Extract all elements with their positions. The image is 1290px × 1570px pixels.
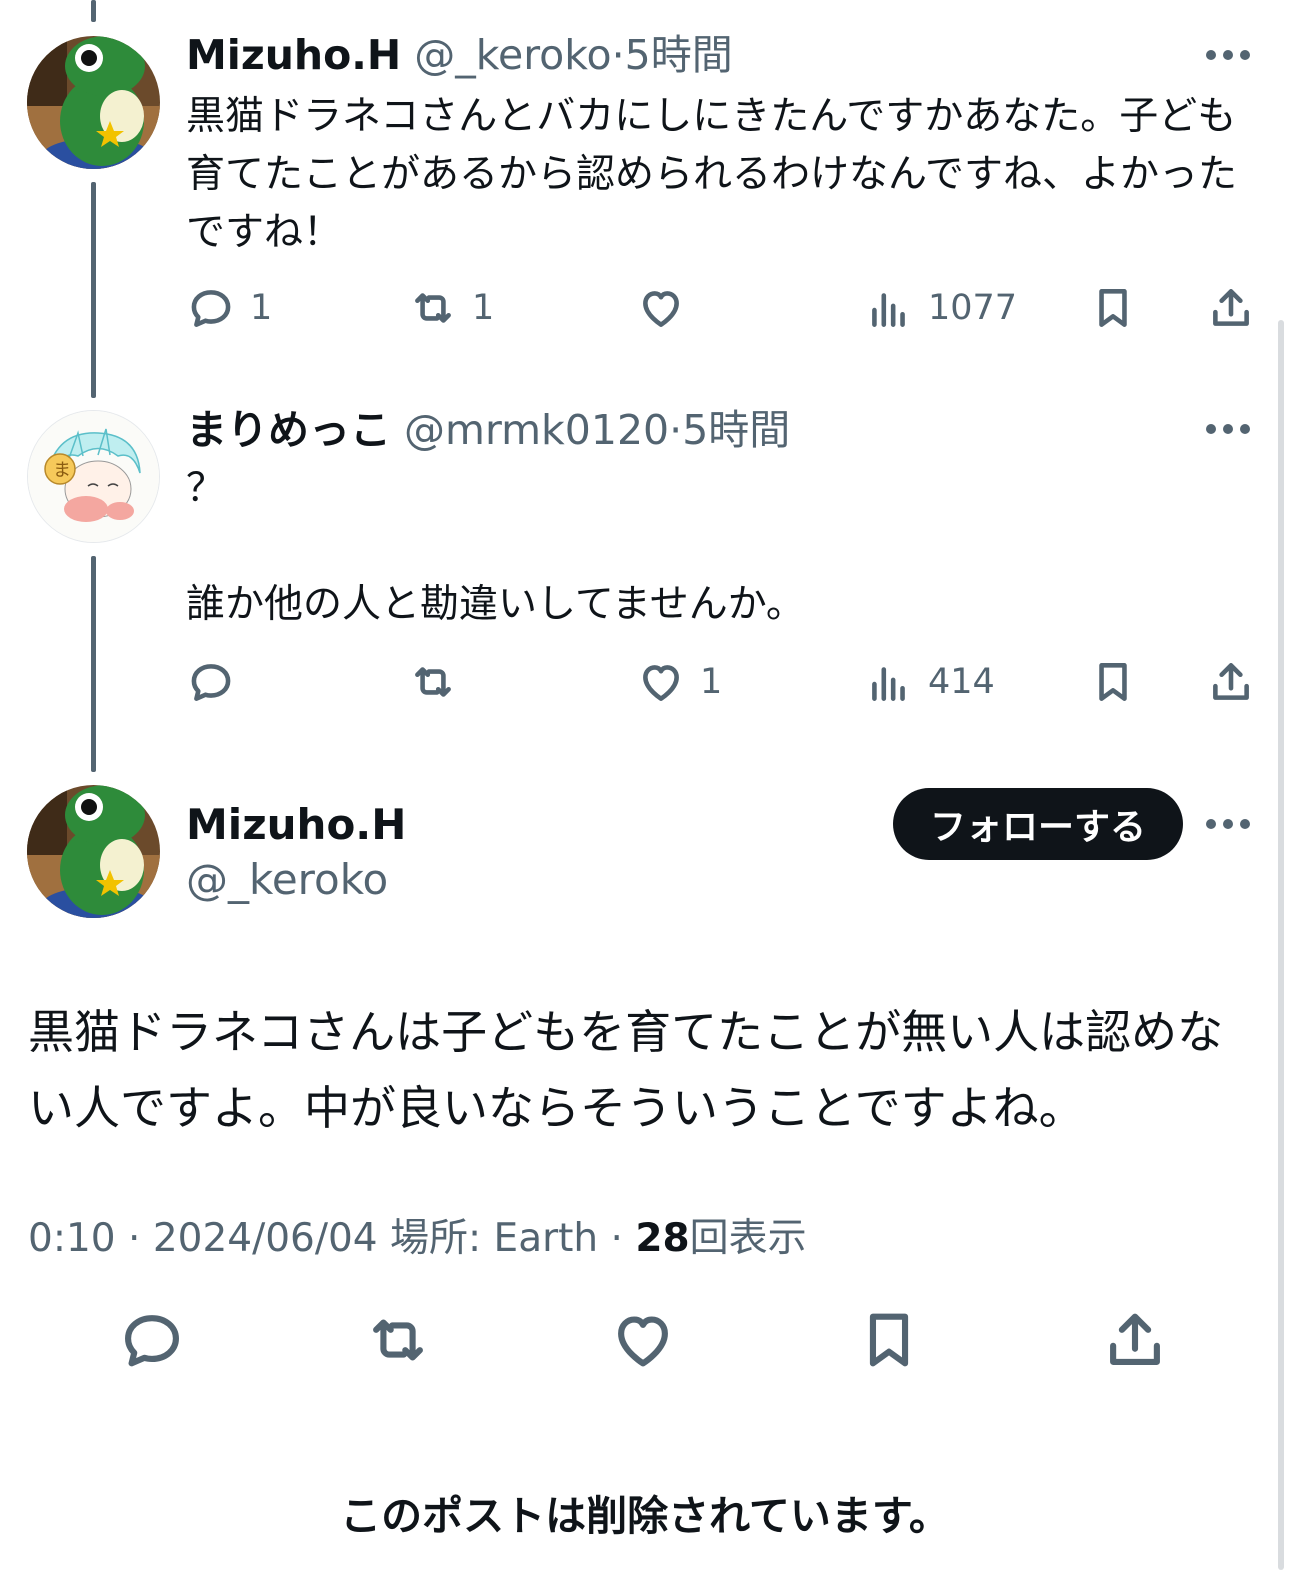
tweet1-like-button[interactable] <box>636 278 700 338</box>
tweet2-text-line2: 誰か他の人と勘違いしてませんか。 <box>186 582 805 627</box>
bookmark-icon <box>1099 663 1127 701</box>
svg-text:ま: ま <box>53 460 71 481</box>
thread-line-1 <box>91 182 96 398</box>
reply-icon <box>191 290 231 327</box>
tweet2-header: まりめっこ @mrmk0120·5時間 <box>186 405 790 455</box>
reply-icon <box>125 1315 179 1367</box>
scrollbar[interactable] <box>1278 320 1284 1570</box>
tweet2-handle[interactable]: @mrmk0120 <box>404 406 669 454</box>
main-reply-button[interactable] <box>117 1305 187 1375</box>
avatar-main[interactable] <box>27 785 160 918</box>
separator: · <box>610 1216 623 1261</box>
share-icon <box>1213 663 1249 700</box>
tweet2-views-count: 414 <box>928 662 995 702</box>
tweet2-actions: 1 414 <box>186 652 1256 712</box>
tweet2-like-count: 1 <box>700 662 723 702</box>
main-share-button[interactable] <box>1100 1305 1170 1375</box>
repost-icon <box>415 667 451 697</box>
tweet1-repost-count: 1 <box>472 288 495 328</box>
views-icon <box>872 667 905 701</box>
thread-line-top <box>91 0 96 22</box>
main-date[interactable]: 2024/06/04 <box>153 1216 378 1261</box>
share-icon <box>1110 1313 1160 1365</box>
main-more-icon[interactable] <box>1206 814 1250 834</box>
tweet1-bookmark-button[interactable] <box>1088 278 1138 338</box>
share-icon <box>1213 289 1249 326</box>
like-icon <box>643 291 679 327</box>
tweet1-views-button[interactable]: 1077 <box>864 278 1017 338</box>
main-text: 黒猫ドラネコさんは子どもを育てたことが無い人は認めない人ですよ。中が良いならそう… <box>28 1005 1224 1135</box>
tweet2-share-button[interactable] <box>1206 652 1256 712</box>
tweet2-reply-button[interactable] <box>186 652 250 712</box>
tweet1-share-button[interactable] <box>1206 278 1256 338</box>
tweet2-text-line1: ？ <box>186 466 226 511</box>
tweet1-reply-button[interactable]: 1 <box>186 278 272 338</box>
tweet1-reply-count: 1 <box>250 288 273 328</box>
tweet1-name[interactable]: Mizuho.H <box>186 31 401 79</box>
main-views-label: 回表示 <box>689 1216 807 1261</box>
repost-icon <box>415 293 451 323</box>
tweet1-views-count: 1077 <box>928 288 1018 328</box>
tweet1-handle[interactable]: @_keroko <box>414 31 611 79</box>
main-meta: 0:10 · 2024/06/04 場所: Earth · 28回表示 <box>28 1212 807 1266</box>
tweet1-time[interactable]: 5時間 <box>625 31 733 79</box>
deleted-notice: このポストは削除されています。 <box>340 1492 950 1540</box>
like-icon <box>618 1316 668 1367</box>
tweet1-actions: 1 1 1077 <box>186 278 1256 338</box>
main-repost-button[interactable] <box>363 1305 433 1375</box>
main-location: 場所: Earth <box>390 1216 599 1261</box>
repost-icon <box>373 1319 423 1361</box>
tweet2-time[interactable]: 5時間 <box>682 406 790 454</box>
tweet1-more-icon[interactable] <box>1206 45 1250 65</box>
main-time[interactable]: 0:10 <box>28 1216 116 1261</box>
separator: · <box>128 1216 141 1261</box>
views-icon <box>872 293 905 327</box>
main-handle[interactable]: @_keroko <box>186 855 388 905</box>
bookmark-icon <box>869 1313 909 1367</box>
tweet1-repost-button[interactable]: 1 <box>408 278 494 338</box>
thread-line-2 <box>91 556 96 772</box>
avatar-marimekko[interactable]: ま <box>27 410 160 543</box>
main-bookmark-button[interactable] <box>854 1305 924 1375</box>
tweet2-repost-button[interactable] <box>408 652 472 712</box>
like-icon <box>643 665 679 701</box>
separator: · <box>611 31 625 79</box>
reply-icon <box>191 664 231 701</box>
main-like-button[interactable] <box>608 1305 678 1375</box>
tweet1-text: 黒猫ドラネコさんとバカにしにきたんですかあなた。子ども育てたことがあるから認めら… <box>186 94 1238 255</box>
main-name[interactable]: Mizuho.H <box>186 800 406 850</box>
tweet2-like-button[interactable]: 1 <box>636 652 722 712</box>
tweet2-views-button[interactable]: 414 <box>864 652 995 712</box>
separator: · <box>669 406 683 454</box>
tweet2-name[interactable]: まりめっこ <box>186 406 391 454</box>
tweet1-header: Mizuho.H @_keroko·5時間 <box>186 30 733 80</box>
tweet2-more-icon[interactable] <box>1206 419 1250 439</box>
main-views-count: 28 <box>635 1216 690 1261</box>
bookmark-icon <box>1099 289 1127 327</box>
avatar-mizuho[interactable] <box>27 36 160 169</box>
tweet2-bookmark-button[interactable] <box>1088 652 1138 712</box>
follow-button[interactable]: フォローする <box>893 788 1183 860</box>
main-actions <box>0 1305 1290 1375</box>
